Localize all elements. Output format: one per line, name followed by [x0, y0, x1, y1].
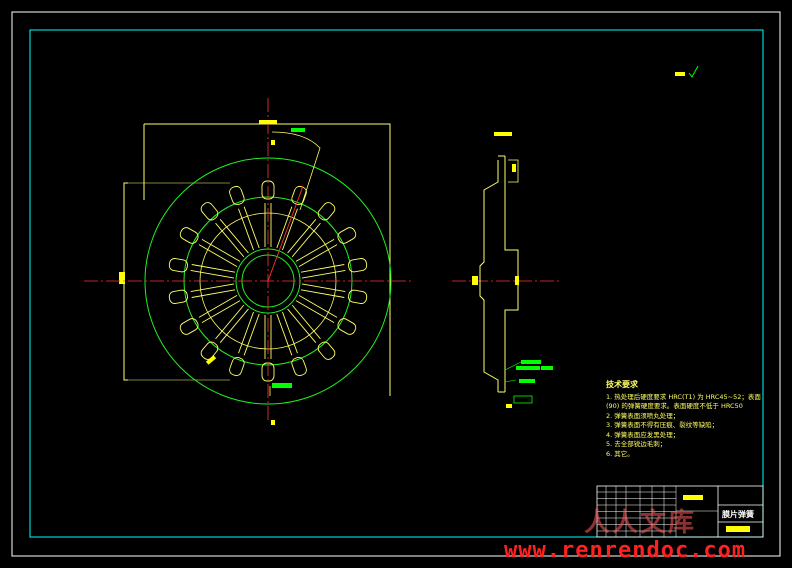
finger-window — [179, 318, 199, 335]
left-small-label — [205, 355, 217, 365]
finger-window — [200, 341, 219, 360]
section-label-e — [506, 404, 512, 408]
surface-check-icon — [688, 65, 699, 78]
finger-slot-line — [300, 264, 345, 273]
section-center-mark — [472, 276, 478, 285]
cad-drawing — [11, 11, 781, 557]
watermark-logo: 人人文库 — [584, 508, 697, 538]
finger-window — [200, 202, 219, 221]
tech-req-item: 3. 弹簧表面不得有压痕、裂纹等缺陷； — [606, 421, 719, 429]
finger-slot-line — [190, 283, 235, 293]
part-name: 膜片弹簧 — [722, 510, 754, 519]
tech-req-item: 1. 热处理后硬度要求 HRC(T1) 为 HRC45~52；表面 — [606, 392, 761, 401]
section-leader-2 — [504, 379, 517, 383]
left-dimension-text — [119, 272, 125, 284]
section-top-mark — [512, 164, 516, 172]
finger-slot-line — [190, 269, 235, 279]
section-label-f — [513, 395, 533, 404]
finger-slot-line — [191, 289, 236, 298]
sheet-outer-frame — [11, 11, 781, 557]
finger-slot-line — [276, 313, 293, 356]
tech-req-item: 2. 弹簧表面须喷丸处理； — [606, 411, 680, 420]
sheet-inner-border — [29, 29, 764, 538]
tech-req-item: 6. 其它。 — [606, 449, 634, 458]
finger-slot-line — [301, 269, 346, 279]
tb-small-code-bg — [683, 495, 703, 500]
tech-requirements: 技术要求 1. 热处理后硬度要求 HRC(T1) 为 HRC45~52；表面 (… — [606, 380, 776, 459]
cad-drawing-canvas: 技术要求 1. 热处理后硬度要求 HRC(T1) 为 HRC45~52；表面 (… — [0, 0, 792, 568]
section-profile-right — [504, 156, 519, 392]
section-label-d — [519, 379, 535, 383]
section-label-b — [516, 366, 540, 370]
top-dimension-label — [259, 120, 277, 124]
tb-drawing-no-bg — [726, 526, 750, 532]
finger-window — [337, 227, 357, 244]
bottom-dimension-label — [272, 383, 292, 388]
angle-dimension-arc — [271, 131, 321, 211]
finger-slot-line — [191, 264, 236, 273]
finger-slot-line — [291, 304, 321, 340]
finger-window — [337, 318, 357, 335]
finger-slot-line — [215, 304, 245, 340]
surface-mark-bar — [675, 72, 685, 76]
finger-slot-line — [243, 206, 260, 249]
finger-slot-line — [291, 222, 321, 258]
angle-dimension-label — [291, 128, 305, 132]
section-label-bar — [494, 132, 512, 136]
front-view — [84, 98, 414, 425]
tech-req-item: (90) 的弹簧硬度要求。表面硬度不低于 HRC50 — [606, 402, 743, 410]
finger-window — [317, 341, 336, 360]
watermark-url: www.renrendoc.com — [504, 538, 747, 563]
tech-requirements-title: 技术要求 — [606, 380, 638, 389]
section-label-c — [541, 366, 553, 370]
finger-window — [317, 202, 336, 221]
section-profile-left — [479, 160, 499, 392]
section-arrow-bottom — [271, 420, 275, 425]
finger-slot-line — [243, 313, 260, 356]
section-right-mark — [515, 276, 519, 285]
angle-line-red — [267, 185, 304, 282]
finger-slot-line — [300, 289, 345, 298]
section-arrow-top — [271, 140, 275, 145]
section-label-a — [521, 360, 541, 364]
section-view — [452, 132, 562, 408]
finger-window — [179, 227, 199, 244]
finger-slot-line — [301, 283, 346, 293]
finger-slot-line — [276, 206, 293, 249]
tech-req-item: 4. 弹簧表面应发黑处理； — [606, 430, 680, 439]
finger-slot-line — [215, 222, 245, 258]
tech-req-item: 5. 去全部锐边毛刺； — [606, 440, 667, 448]
